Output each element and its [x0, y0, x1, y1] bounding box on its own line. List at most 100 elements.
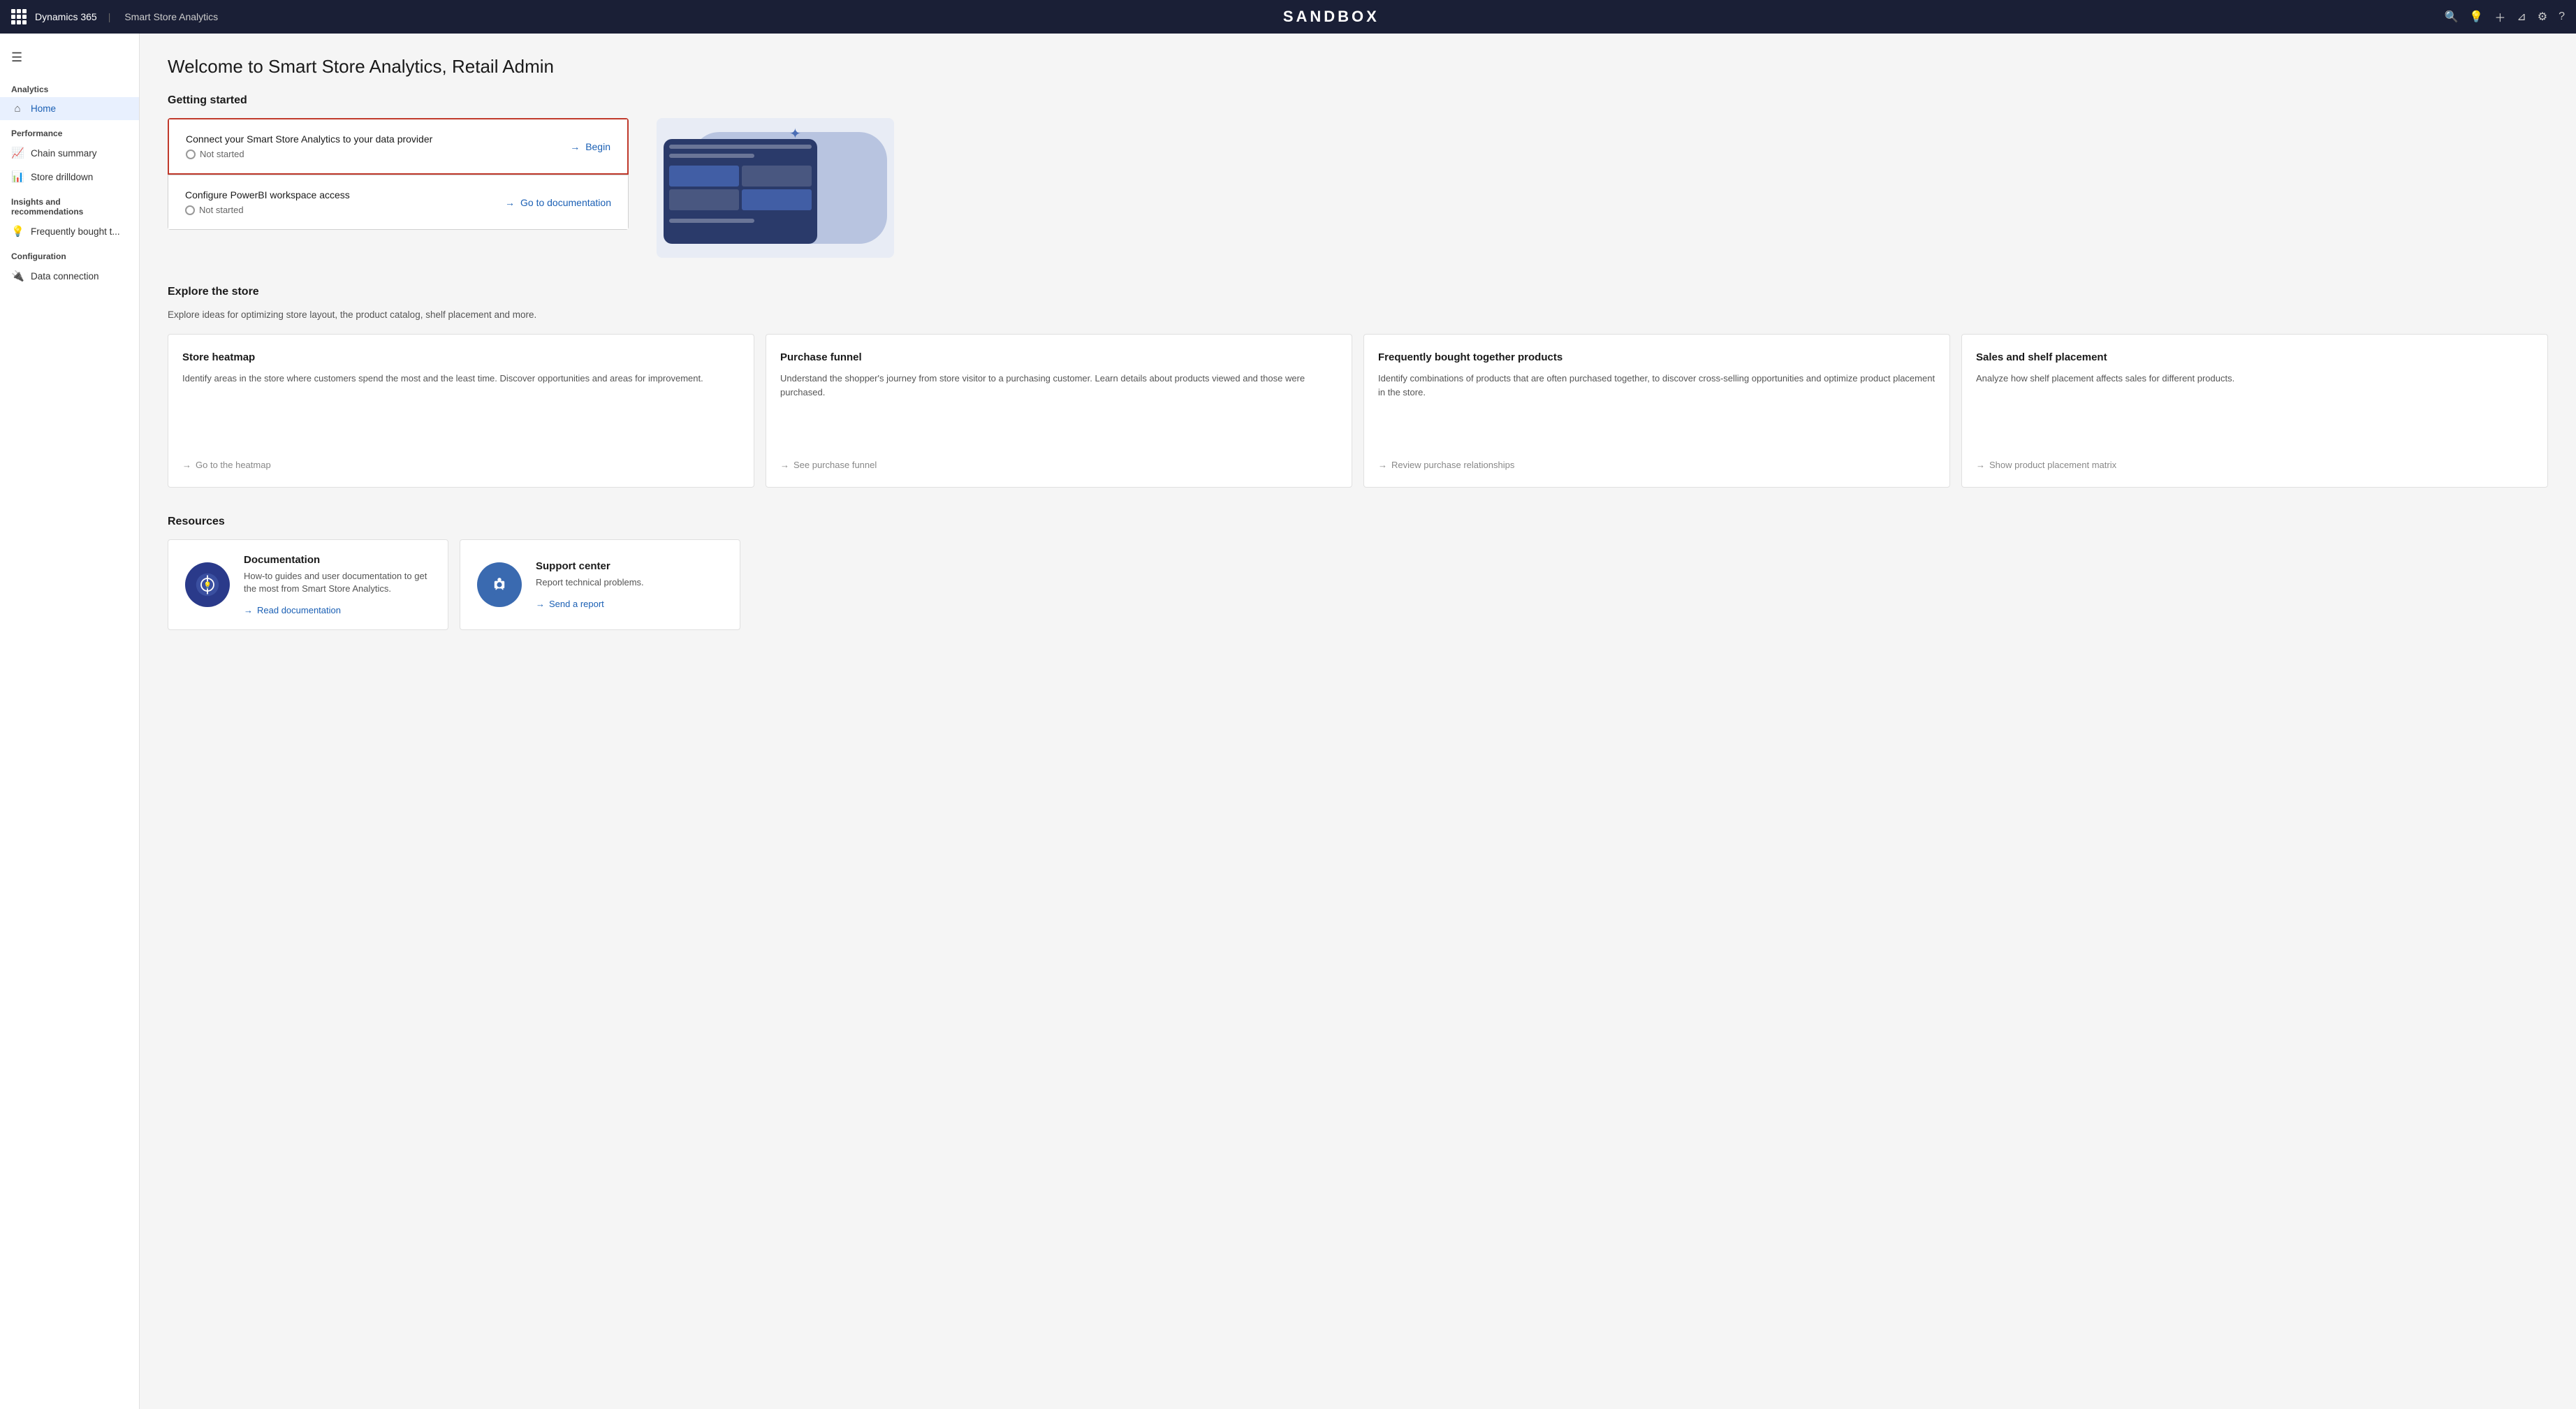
- freq-link-label: Review purchase relationships: [1391, 460, 1514, 470]
- gs-card-powerbi-left: Configure PowerBI workspace access Not s…: [185, 189, 350, 215]
- topbar: Dynamics 365 | Smart Store Analytics SAN…: [0, 0, 2576, 34]
- explore-description: Explore ideas for optimizing store layou…: [168, 309, 2548, 320]
- sidebar-item-frequently-label: Frequently bought t...: [31, 226, 120, 237]
- tablet-line-1: [669, 145, 812, 149]
- svg-text:💡: 💡: [204, 581, 212, 589]
- docs-body: Documentation How-to guides and user doc…: [244, 554, 431, 615]
- gs-card-powerbi-status: Not started: [185, 205, 350, 215]
- app-grid-icon[interactable]: [11, 9, 27, 24]
- funnel-card-title: Purchase funnel: [780, 351, 1338, 363]
- tablet-illustration: ✦: [664, 125, 887, 251]
- tablet-line-3: [669, 219, 754, 223]
- tablet-cell-1: [669, 166, 739, 187]
- getting-started-section: Getting started Connect your Smart Store…: [168, 94, 2548, 258]
- docs-link[interactable]: → Read documentation: [244, 605, 431, 615]
- explore-title: Explore the store: [168, 286, 2548, 298]
- funnel-card-desc: Understand the shopper's journey from st…: [780, 372, 1338, 446]
- filter-icon[interactable]: ⊿: [2517, 10, 2526, 24]
- topbar-right: 🔍 💡 ＋ ⊿ ⚙ ?: [2444, 8, 2565, 25]
- freq-card-title: Frequently bought together products: [1378, 351, 1935, 363]
- support-icon: [487, 572, 512, 597]
- support-desc: Report technical problems.: [536, 576, 644, 589]
- sidebar-section-performance: Performance: [0, 120, 139, 141]
- heatmap-card-title: Store heatmap: [182, 351, 740, 363]
- gs-card-connect-title: Connect your Smart Store Analytics to yo…: [186, 133, 432, 145]
- resource-card-support: Support center Report technical problems…: [460, 539, 740, 630]
- tablet-grid: [669, 166, 812, 210]
- arrow-icon-2: →: [505, 197, 515, 208]
- support-arrow: →: [536, 599, 545, 609]
- freq-arrow: →: [1378, 460, 1387, 470]
- layout: ☰ Analytics ⌂ Home Performance 📈 Chain s…: [0, 34, 2576, 1409]
- support-link[interactable]: → Send a report: [536, 599, 644, 609]
- topbar-sandbox-label: SANDBOX: [218, 8, 2444, 26]
- heatmap-card-link[interactable]: → Go to the heatmap: [182, 460, 740, 470]
- help-icon[interactable]: ?: [2559, 10, 2565, 23]
- gs-card-powerbi-action-label: Go to documentation: [520, 197, 611, 208]
- getting-started-content: Connect your Smart Store Analytics to yo…: [168, 118, 2548, 258]
- funnel-card-link[interactable]: → See purchase funnel: [780, 460, 1338, 470]
- freq-card-desc: Identify combinations of products that a…: [1378, 372, 1935, 446]
- explore-card-funnel: Purchase funnel Understand the shopper's…: [766, 334, 1352, 488]
- sidebar-item-chain-label: Chain summary: [31, 148, 97, 159]
- gs-card-powerbi: Configure PowerBI workspace access Not s…: [168, 175, 629, 230]
- getting-started-illustration: ✦: [657, 118, 894, 258]
- docs-icon-container: 💡: [185, 562, 230, 607]
- main-content: Welcome to Smart Store Analytics, Retail…: [140, 34, 2576, 1409]
- docs-arrow: →: [244, 605, 253, 615]
- resources-section: Resources 💡: [168, 516, 2548, 630]
- support-icon-container: [477, 562, 522, 607]
- getting-started-cards: Connect your Smart Store Analytics to yo…: [168, 118, 629, 230]
- explore-card-frequently-bought: Frequently bought together products Iden…: [1363, 334, 1950, 488]
- freq-card-link[interactable]: → Review purchase relationships: [1378, 460, 1935, 470]
- resources-title: Resources: [168, 516, 2548, 528]
- gs-card-powerbi-status-label: Not started: [199, 205, 244, 215]
- heatmap-card-desc: Identify areas in the store where custom…: [182, 372, 740, 446]
- sidebar-item-home[interactable]: ⌂ Home: [0, 97, 139, 120]
- explore-section: Explore the store Explore ideas for opti…: [168, 286, 2548, 488]
- chain-summary-icon: 📈: [11, 147, 24, 159]
- tablet-cell-4: [742, 189, 812, 210]
- topbar-left: Dynamics 365 | Smart Store Analytics: [11, 9, 218, 24]
- sidebar-item-chain-summary[interactable]: 📈 Chain summary: [0, 141, 139, 165]
- gs-card-connect-left: Connect your Smart Store Analytics to yo…: [186, 133, 432, 159]
- sidebar-item-frequently-bought[interactable]: 💡 Frequently bought t...: [0, 219, 139, 243]
- status-circle-powerbi: [185, 205, 195, 215]
- plus-decoration: ✦: [789, 125, 801, 143]
- getting-started-title: Getting started: [168, 94, 2548, 107]
- shelf-link-label: Show product placement matrix: [1989, 460, 2116, 470]
- sidebar-item-home-label: Home: [31, 103, 56, 114]
- store-drilldown-icon: 📊: [11, 170, 24, 183]
- support-title: Support center: [536, 560, 644, 572]
- topbar-app-name[interactable]: Dynamics 365: [35, 11, 97, 22]
- hamburger-menu[interactable]: ☰: [0, 45, 139, 76]
- sidebar-item-store-drilldown[interactable]: 📊 Store drilldown: [0, 165, 139, 189]
- docs-desc: How-to guides and user documentation to …: [244, 570, 431, 595]
- shelf-card-link[interactable]: → Show product placement matrix: [1976, 460, 2533, 470]
- funnel-link-label: See purchase funnel: [793, 460, 877, 470]
- lightbulb-icon[interactable]: 💡: [2469, 10, 2483, 24]
- sidebar-item-data-label: Data connection: [31, 271, 99, 282]
- topbar-module-name: Smart Store Analytics: [124, 11, 218, 22]
- settings-icon[interactable]: ⚙: [2538, 10, 2547, 24]
- sidebar-item-data-connection[interactable]: 🔌 Data connection: [0, 264, 139, 288]
- frequently-bought-icon: 💡: [11, 225, 24, 238]
- gs-card-connect-action-label: Begin: [585, 141, 610, 152]
- sidebar-section-configuration: Configuration: [0, 243, 139, 264]
- arrow-icon: →: [570, 141, 580, 152]
- heatmap-link-label: Go to the heatmap: [196, 460, 271, 470]
- explore-cards-grid: Store heatmap Identify areas in the stor…: [168, 334, 2548, 488]
- page-title: Welcome to Smart Store Analytics, Retail…: [168, 56, 2548, 78]
- search-icon[interactable]: 🔍: [2444, 10, 2458, 24]
- plus-icon[interactable]: ＋: [2494, 8, 2505, 25]
- resource-card-docs: 💡 Documentation How-to guides and user d…: [168, 539, 448, 630]
- gs-card-powerbi-action[interactable]: → Go to documentation: [505, 197, 611, 208]
- gs-card-connect-status-label: Not started: [200, 149, 244, 159]
- tablet-line-2: [669, 154, 754, 158]
- docs-link-label: Read documentation: [257, 605, 341, 615]
- funnel-arrow: →: [780, 460, 789, 470]
- support-body: Support center Report technical problems…: [536, 560, 644, 609]
- gs-card-connect: Connect your Smart Store Analytics to yo…: [168, 118, 629, 175]
- gs-card-connect-action[interactable]: → Begin: [570, 141, 610, 152]
- gs-card-powerbi-title: Configure PowerBI workspace access: [185, 189, 350, 200]
